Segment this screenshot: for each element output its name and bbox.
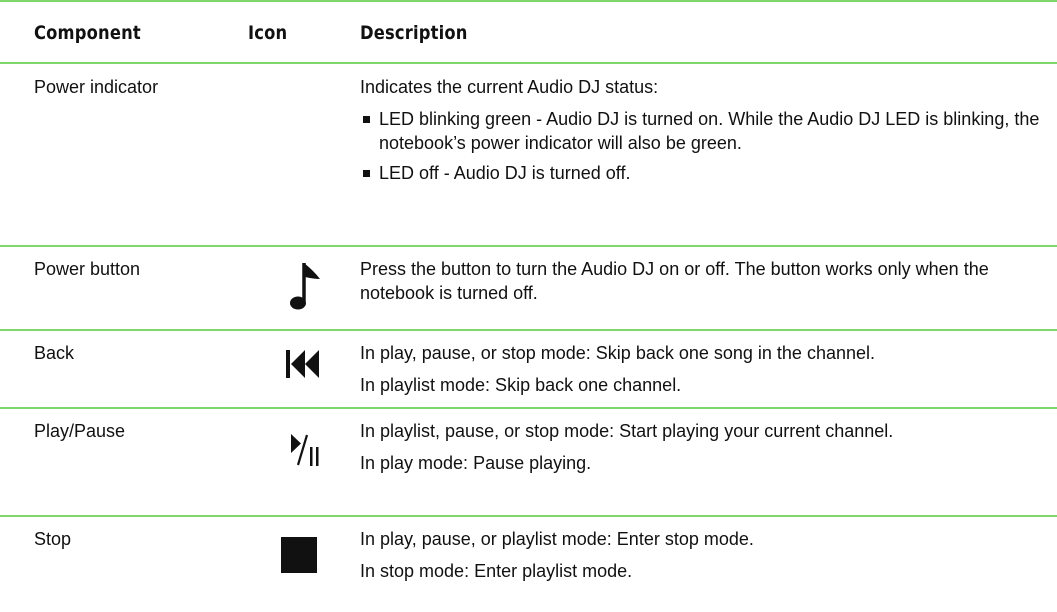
music-note-icon <box>290 261 322 317</box>
description-text: In play, pause, or stop mode: Skip back … <box>360 343 875 363</box>
skip-back-icon <box>285 349 319 379</box>
description-cell: In play, pause, or playlist mode: Enter … <box>360 527 1040 591</box>
description-text: In playlist mode: Skip back one channel. <box>360 375 682 395</box>
description-text: Press the button to turn the Audio DJ on… <box>360 259 989 303</box>
component-name: Power indicator <box>34 77 159 97</box>
stop-icon <box>281 537 317 573</box>
table-row: Power indicator Indicates the current Au… <box>0 64 1057 245</box>
component-name: Power button <box>34 259 141 279</box>
table-row: Power button Press the button to turn th… <box>0 247 1057 329</box>
list-item: LED blinking green - Audio DJ is turned … <box>360 107 1040 155</box>
component-name: Play/Pause <box>34 421 126 441</box>
header-component: Component <box>34 22 141 44</box>
description-cell: Indicates the current Audio DJ status: L… <box>360 75 1040 191</box>
header-description: Description <box>360 22 468 44</box>
header-icon: Icon <box>248 22 288 44</box>
table-row: Stop In play, pause, or playlist mode: E… <box>0 517 1057 612</box>
description-cell: In playlist, pause, or stop mode: Start … <box>360 419 1040 483</box>
description-text: In playlist, pause, or stop mode: Start … <box>360 421 894 441</box>
table-header: Component Icon Description <box>0 0 1057 64</box>
description-cell: In play, pause, or stop mode: Skip back … <box>360 341 1040 405</box>
play-pause-icon <box>290 433 324 467</box>
table-row: Back In play, pause, or stop mode: Skip … <box>0 331 1057 407</box>
list-item: LED off - Audio DJ is turned off. <box>360 161 1040 185</box>
description-text: In play, pause, or playlist mode: Enter … <box>360 529 754 549</box>
description-text: In stop mode: Enter playlist mode. <box>360 561 633 581</box>
table-row: Play/Pause In playlist, pause, or stop m… <box>0 409 1057 515</box>
description-text: In play mode: Pause playing. <box>360 453 592 473</box>
status-list: LED blinking green - Audio DJ is turned … <box>360 107 1040 185</box>
description-text: Indicates the current Audio DJ status: <box>360 77 659 97</box>
component-name: Stop <box>34 529 72 549</box>
component-name: Back <box>34 343 75 363</box>
description-cell: Press the button to turn the Audio DJ on… <box>360 257 1040 313</box>
